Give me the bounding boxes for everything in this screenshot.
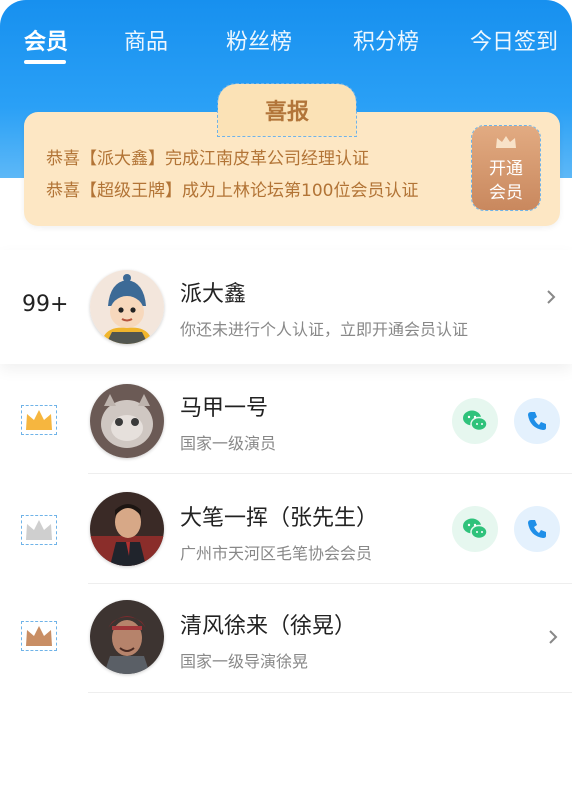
crown-icon bbox=[26, 520, 52, 540]
member-title: 国家一级导演徐晃 bbox=[180, 652, 309, 671]
man-avatar-icon bbox=[90, 492, 164, 566]
warrior-avatar-icon bbox=[90, 600, 164, 674]
tab-fans-ranking[interactable]: 粉丝榜 bbox=[226, 24, 292, 56]
top-tabs: 会员 商品 粉丝榜 积分榜 今日签到 bbox=[0, 18, 572, 68]
phone-icon bbox=[528, 412, 546, 430]
avatar[interactable] bbox=[90, 270, 164, 344]
list-item[interactable]: 马甲一号 国家一级演员 bbox=[0, 366, 572, 474]
avatar[interactable] bbox=[90, 600, 164, 674]
tab-points-ranking[interactable]: 积分榜 bbox=[353, 24, 419, 56]
app-frame: 会员 商品 粉丝榜 积分榜 今日签到 恭喜【派大鑫】完成江南皮革公司经理认证 恭… bbox=[0, 0, 572, 800]
tab-members[interactable]: 会员 bbox=[24, 24, 68, 56]
phone-button[interactable] bbox=[514, 398, 560, 444]
avatar[interactable] bbox=[90, 492, 164, 566]
chevron-right-icon[interactable] bbox=[544, 290, 558, 304]
rank-crown-silver bbox=[21, 515, 57, 545]
member-name: 大笔一挥（张先生） bbox=[180, 506, 379, 531]
notice-title: 喜报 bbox=[264, 100, 309, 125]
vip-button-label: 开通 bbox=[489, 159, 523, 179]
rank-crown-bronze bbox=[21, 621, 57, 651]
notice-title-tab: 喜报 bbox=[217, 83, 357, 137]
list-item[interactable]: 大笔一挥（张先生） 广州市天河区毛笔协会会员 bbox=[0, 476, 572, 584]
row-divider bbox=[88, 473, 572, 474]
crown-icon bbox=[26, 626, 52, 646]
phone-button[interactable] bbox=[514, 506, 560, 552]
tab-products[interactable]: 商品 bbox=[124, 24, 168, 56]
my-name: 派大鑫 bbox=[180, 282, 247, 307]
rank-crown-gold bbox=[21, 405, 57, 435]
member-name: 马甲一号 bbox=[180, 396, 269, 421]
wechat-icon bbox=[463, 518, 488, 540]
member-name: 清风徐来（徐晃） bbox=[180, 614, 357, 639]
wechat-icon bbox=[463, 410, 488, 432]
avatar[interactable] bbox=[90, 384, 164, 458]
my-rank: 99+ bbox=[22, 292, 69, 317]
chevron-right-icon[interactable] bbox=[546, 630, 560, 644]
notice-line: 恭喜【超级王牌】成为上林论坛第100位会员认证 bbox=[46, 181, 419, 201]
crown-icon bbox=[496, 136, 516, 148]
crown-icon bbox=[26, 410, 52, 430]
open-vip-button[interactable]: 开通 会员 bbox=[471, 125, 541, 211]
list-item[interactable]: 清风徐来（徐晃） 国家一级导演徐晃 bbox=[0, 586, 572, 694]
vip-button-label: 会员 bbox=[489, 183, 523, 203]
cat-avatar-icon bbox=[90, 384, 164, 458]
row-divider bbox=[88, 692, 572, 693]
wechat-button[interactable] bbox=[452, 506, 498, 552]
notice-line: 恭喜【派大鑫】完成江南皮革公司经理认证 bbox=[46, 149, 369, 169]
my-auth-hint[interactable]: 你还未进行个人认证，立即开通会员认证 bbox=[180, 316, 468, 340]
member-title: 广州市天河区毛笔协会会员 bbox=[180, 544, 373, 563]
phone-icon bbox=[528, 520, 546, 538]
row-divider bbox=[88, 583, 572, 584]
wechat-button[interactable] bbox=[452, 398, 498, 444]
member-title: 国家一级演员 bbox=[180, 434, 277, 453]
my-member-card[interactable]: 99+ 派大鑫 你还未进行个人认证，立即开通会员认证 bbox=[0, 250, 572, 364]
cartoon-avatar-icon bbox=[90, 270, 164, 344]
tab-daily-checkin[interactable]: 今日签到 bbox=[470, 24, 558, 56]
active-tab-indicator bbox=[24, 60, 66, 64]
